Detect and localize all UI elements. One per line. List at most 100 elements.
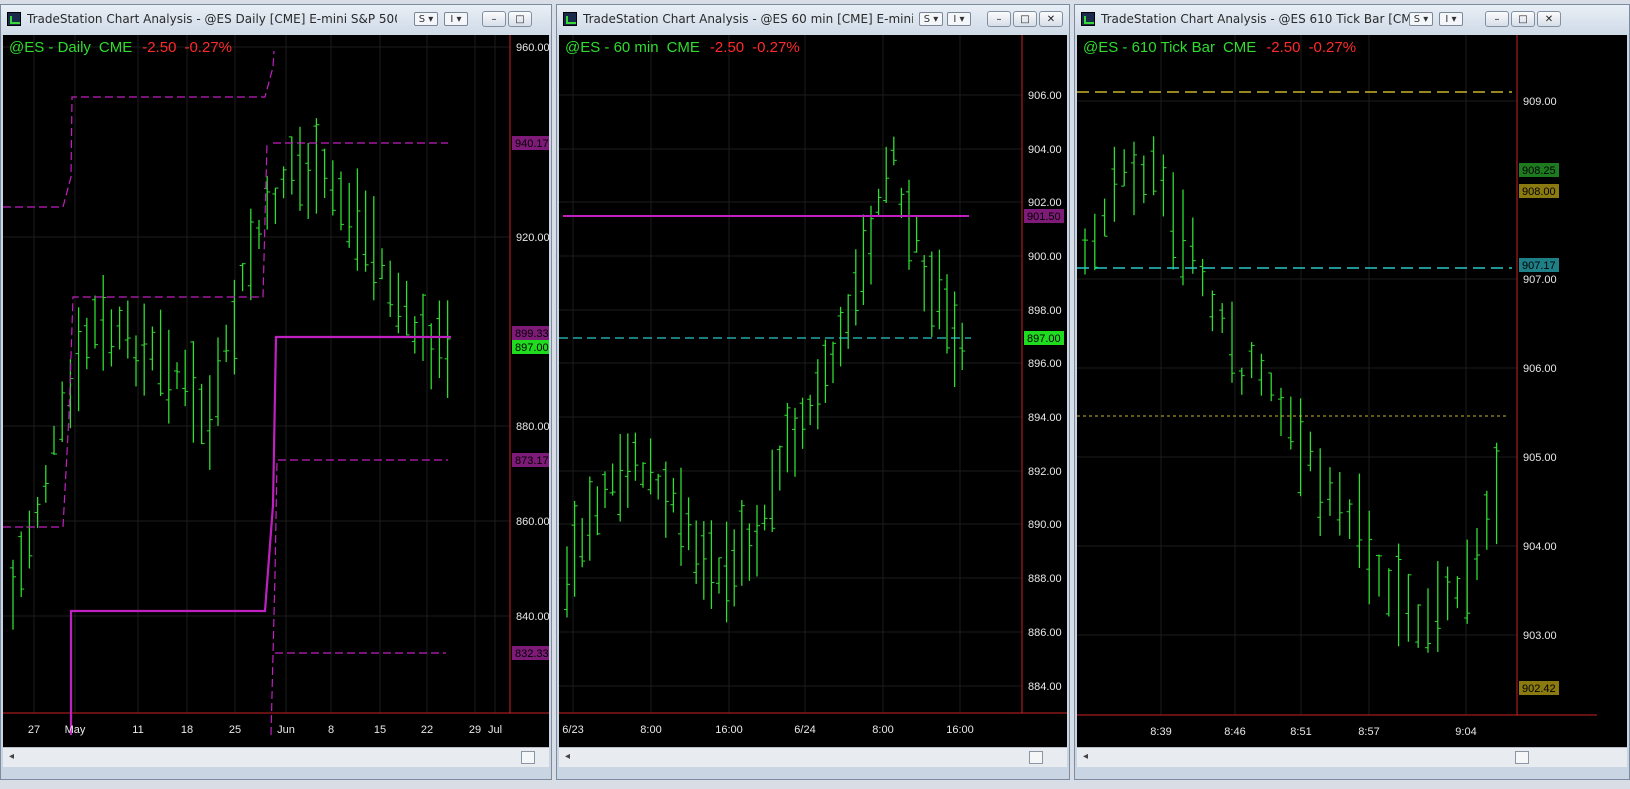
scroll-left-arrow[interactable]: ◂ [565, 748, 570, 766]
time-axis-label: 9:04 [1455, 726, 1476, 738]
price-scale-label: 880.00 [516, 421, 549, 433]
scroll-left-arrow[interactable]: ◂ [9, 748, 14, 766]
price-scale-label: 906.00 [1523, 363, 1557, 375]
pct-change-label: -0.27% [752, 39, 800, 56]
time-axis-label: Jun [277, 724, 295, 736]
price-tag: 897.00 [515, 342, 549, 354]
time-axis-label: 6/23 [562, 724, 583, 736]
minimize-button[interactable]: – [1485, 11, 1509, 27]
tradestation-app-icon [7, 12, 21, 26]
i-menu-button[interactable]: I ▾ [947, 12, 971, 26]
price-scale-label: 898.00 [1028, 305, 1062, 317]
exchange-label: CME [667, 39, 700, 56]
title-bar[interactable]: TradeStation Chart Analysis - @ES 610 Ti… [1075, 5, 1629, 35]
price-scale-label: 892.00 [1028, 466, 1062, 478]
price-scale-label: 906.00 [1028, 90, 1062, 102]
time-axis-label: 15 [374, 724, 386, 736]
close-button[interactable]: ✕ [1039, 11, 1063, 27]
horizontal-scrollbar[interactable]: ◂ [3, 747, 549, 767]
price-scale-label: 860.00 [516, 516, 549, 528]
price-tag: 908.25 [1522, 165, 1556, 177]
chart-plot-area[interactable]: @ES - Daily CME -2.50 -0.27% 960.00 920.00 880… [3, 35, 549, 747]
price-scale-label: 886.00 [1028, 627, 1062, 639]
price-scale-label: 888.00 [1028, 573, 1062, 585]
minimize-button[interactable]: – [987, 11, 1011, 27]
price-tag: 901.50 [1027, 211, 1061, 223]
title-bar[interactable]: TradeStation Chart Analysis - @ES 60 min… [557, 5, 1069, 35]
price-tag: 908.00 [1522, 186, 1556, 198]
time-axis-label: 8:46 [1224, 726, 1245, 738]
s-menu-button[interactable]: S ▾ [414, 12, 438, 26]
window-title: TradeStation Chart Analysis - @ES 60 min… [583, 12, 913, 26]
maximize-button[interactable]: □ [1013, 11, 1037, 27]
time-axis-label: 16:00 [715, 724, 743, 736]
time-axis-label: 29 [469, 724, 481, 736]
symbol-label: @ES - 60 min [565, 39, 659, 56]
pct-change-label: -0.27% [184, 39, 232, 56]
price-scale-label: 894.00 [1028, 412, 1062, 424]
time-axis-label: 11 [132, 724, 143, 736]
s-menu-button[interactable]: S ▾ [919, 12, 943, 26]
symbol-label: @ES - Daily [9, 39, 91, 56]
time-axis-label: 6/24 [794, 724, 815, 736]
exchange-label: CME [1223, 39, 1256, 56]
maximize-button[interactable]: □ [508, 11, 532, 27]
tradestation-app-icon [1081, 12, 1095, 26]
time-axis-label: 8:51 [1290, 726, 1311, 738]
support-line-s1 [270, 459, 448, 736]
chart-window-daily[interactable]: TradeStation Chart Analysis - @ES Daily … [0, 4, 552, 780]
price-chart-60min[interactable]: @ES - 60 min CME -2.50 -0.27% 906.00 904.00 90… [559, 35, 1067, 747]
scroll-thumb[interactable] [521, 751, 535, 764]
pivot-line [69, 335, 451, 735]
price-tag: 902.42 [1522, 683, 1556, 695]
tradestation-app-icon [563, 12, 577, 26]
price-chart-daily[interactable]: @ES - Daily CME -2.50 -0.27% 960.00 920.00 880… [3, 35, 549, 747]
maximize-button[interactable]: □ [1511, 11, 1535, 27]
price-scale-label: 902.00 [1028, 197, 1062, 209]
chart-window-60min[interactable]: TradeStation Chart Analysis - @ES 60 min… [556, 4, 1070, 780]
chart-window-610tick[interactable]: TradeStation Chart Analysis - @ES 610 Ti… [1074, 4, 1630, 780]
time-axis-label: 16:00 [946, 724, 974, 736]
symbol-header: @ES - Daily CME -2.50 -0.27% [9, 39, 232, 56]
time-axis-label: 8:00 [872, 724, 893, 736]
close-button[interactable]: ✕ [1537, 11, 1561, 27]
price-scale-label: 909.00 [1523, 96, 1557, 108]
price-scale-label: 904.00 [1028, 144, 1062, 156]
time-axis-label: May [65, 724, 86, 736]
price-scale-label: 903.00 [1523, 630, 1557, 642]
s-menu-button[interactable]: S ▾ [1409, 12, 1433, 26]
time-axis-label: 8:00 [640, 724, 661, 736]
title-bar[interactable]: TradeStation Chart Analysis - @ES Daily … [1, 5, 551, 35]
net-change-label: -2.50 [710, 39, 744, 56]
net-change-label: -2.50 [142, 39, 176, 56]
price-scale-label: 960.00 [516, 42, 549, 54]
time-axis-label: 27 [28, 724, 40, 736]
pivot-line-dashed [3, 142, 268, 528]
price-scale-label: 884.00 [1028, 681, 1062, 693]
price-chart-610tick[interactable]: @ES - 610 Tick Bar CME -2.50 -0.27% 909.00 90… [1077, 35, 1627, 747]
horizontal-scrollbar[interactable]: ◂ [1077, 747, 1627, 767]
price-scale-label: 904.00 [1523, 541, 1557, 553]
net-change-label: -2.50 [1266, 39, 1300, 56]
minimize-button[interactable]: – [482, 11, 506, 27]
chart-plot-area[interactable]: @ES - 60 min CME -2.50 -0.27% 906.00 904.00 90… [559, 35, 1067, 747]
scroll-thumb[interactable] [1515, 751, 1529, 764]
price-scale-label: 905.00 [1523, 452, 1557, 464]
window-title: TradeStation Chart Analysis - @ES 610 Ti… [1101, 12, 1411, 26]
scroll-left-arrow[interactable]: ◂ [1083, 748, 1088, 766]
horizontal-scrollbar[interactable]: ◂ [559, 747, 1067, 767]
i-menu-button[interactable]: I ▾ [1439, 12, 1463, 26]
price-scale-label: 920.00 [516, 232, 549, 244]
price-scale-label: 840.00 [516, 611, 549, 623]
chart-plot-area[interactable]: @ES - 610 Tick Bar CME -2.50 -0.27% 909.00 90… [1077, 35, 1627, 747]
symbol-header: @ES - 60 min CME -2.50 -0.27% [565, 39, 800, 56]
time-axis-label: 22 [421, 724, 433, 736]
exchange-label: CME [99, 39, 132, 56]
price-tag: 899.33 [515, 328, 549, 340]
price-scale-label: 907.00 [1523, 274, 1557, 286]
scroll-thumb[interactable] [1029, 751, 1043, 764]
i-menu-button[interactable]: I ▾ [444, 12, 468, 26]
price-tag: 832.33 [515, 648, 549, 660]
time-axis-label: 8:39 [1150, 726, 1171, 738]
price-scale-label: 900.00 [1028, 251, 1062, 263]
